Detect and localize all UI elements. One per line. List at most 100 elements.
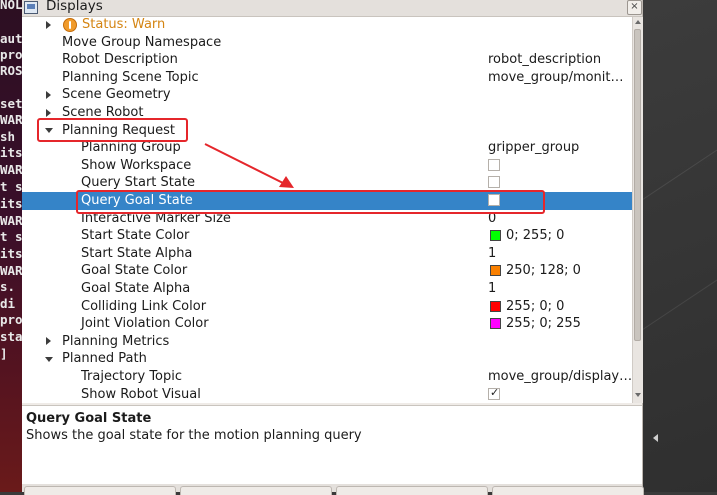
property-value[interactable]: move_group/monit… (488, 69, 624, 87)
property-name: Planning Group (81, 140, 181, 156)
displays-icon (24, 1, 38, 14)
tree-row-show-robot-visual[interactable]: Show Robot Visual (22, 386, 632, 403)
tree-row-interactive-marker-size[interactable]: Interactive Marker Size 0 (22, 210, 632, 228)
collapse-arrow-icon[interactable] (45, 356, 53, 362)
terminal-line: pro (0, 312, 22, 327)
terminal-line: its (0, 246, 22, 261)
property-value[interactable]: robot_description (488, 51, 601, 69)
terminal-line: sh (0, 129, 16, 144)
property-tree: Status: Warn Move Group Namespace Robot … (22, 17, 632, 403)
tree-row-query-goal-state[interactable]: Query Goal State (22, 192, 632, 210)
tree-row-scene-robot[interactable]: Scene Robot (22, 104, 632, 122)
tree-row-planning-scene-topic[interactable]: Planning Scene Topic move_group/monit… (22, 69, 632, 87)
terminal-line: WAR (0, 162, 22, 177)
expand-arrow-icon[interactable] (46, 20, 51, 29)
property-name: Interactive Marker Size (81, 210, 231, 226)
query-goal-state-checkbox[interactable] (488, 194, 500, 206)
terminal-line: its (0, 196, 22, 211)
terminal-line: WAR (0, 213, 22, 228)
scrollbar-thumb[interactable] (634, 29, 641, 341)
terminal-line: its, (0, 145, 22, 160)
terminal-line: di (0, 296, 16, 311)
terminal-line: WAR (0, 263, 22, 278)
terminal-background: NOL aut pro ROS set WAR sh its, WAR t s … (0, 0, 22, 492)
tree-row-goal-state-color[interactable]: Goal State Color 250; 128; 0 (22, 262, 632, 280)
scroll-down-icon[interactable] (635, 393, 641, 397)
warning-icon (63, 18, 77, 32)
property-value[interactable]: 255; 0; 0 (506, 298, 564, 316)
scroll-up-icon[interactable] (635, 20, 641, 24)
property-value[interactable]: 1 (488, 245, 496, 263)
property-name: Start State Color (81, 228, 190, 244)
property-value[interactable]: 255; 0; 255 (506, 315, 581, 333)
property-value[interactable]: move_group/display… (488, 368, 632, 386)
desktop-background (642, 0, 717, 492)
terminal-line: aut (0, 31, 22, 46)
tree-row-show-workspace[interactable]: Show Workspace (22, 157, 632, 175)
tree-row-goal-state-alpha[interactable]: Goal State Alpha 1 (22, 280, 632, 298)
terminal-line: ] (0, 346, 8, 361)
property-name: Scene Robot (62, 105, 144, 120)
terminal-line: t s (0, 179, 22, 194)
property-name: Query Start State (81, 175, 195, 191)
property-name: Scene Geometry (62, 87, 171, 103)
tree-row-status[interactable]: Status: Warn (22, 17, 632, 34)
property-name: Planning Metrics (62, 333, 170, 349)
tree-row-move-group-namespace[interactable]: Move Group Namespace (22, 34, 632, 52)
color-swatch[interactable] (490, 265, 501, 277)
description-title: Query Goal State (26, 411, 152, 426)
show-robot-visual-checkbox[interactable] (488, 386, 500, 400)
property-value[interactable]: gripper_group (488, 139, 579, 157)
show-workspace-checkbox[interactable] (488, 158, 500, 171)
property-name: Planning Request (62, 122, 175, 138)
property-value[interactable]: 250; 128; 0 (506, 262, 581, 280)
expand-arrow-icon[interactable] (46, 337, 51, 346)
color-swatch[interactable] (490, 300, 501, 312)
property-name: Query Goal State (81, 193, 193, 208)
tree-row-planned-path[interactable]: Planned Path (22, 350, 632, 368)
close-icon[interactable]: × (627, 0, 642, 15)
expand-arrow-icon[interactable] (46, 90, 51, 99)
property-name: Robot Description (62, 52, 178, 68)
property-value[interactable]: 0 (488, 210, 496, 228)
tree-row-start-state-alpha[interactable]: Start State Alpha 1 (22, 245, 632, 263)
property-name: Planned Path (62, 351, 147, 367)
bottom-button[interactable] (492, 486, 644, 495)
color-swatch[interactable] (490, 318, 501, 330)
property-name: Planning Scene Topic (62, 69, 199, 85)
property-name: Joint Violation Color (81, 316, 209, 332)
expand-arrow-icon[interactable] (46, 108, 51, 117)
vertical-scrollbar[interactable] (632, 17, 643, 403)
property-value[interactable]: 0; 255; 0 (506, 227, 564, 245)
query-start-state-checkbox[interactable] (488, 176, 500, 189)
property-value[interactable]: 1 (488, 280, 496, 298)
tree-row-planning-request[interactable]: Planning Request (22, 122, 632, 140)
panel-titlebar: Displays × (22, 0, 642, 17)
color-swatch[interactable] (490, 230, 501, 242)
terminal-line: s. (0, 279, 16, 294)
description-text: Shows the goal state for the motion plan… (26, 428, 362, 443)
background-stripes (642, 149, 717, 331)
bottom-button[interactable] (336, 486, 488, 495)
tree-row-planning-group[interactable]: Planning Group gripper_group (22, 139, 632, 157)
bottom-button[interactable] (180, 486, 332, 495)
description-panel: Query Goal State Shows the goal state fo… (22, 405, 642, 485)
tree-row-query-start-state[interactable]: Query Start State (22, 174, 632, 192)
displays-panel: Displays × Status: Warn Move Group Names… (22, 0, 644, 495)
tree-row-joint-violation-color[interactable]: Joint Violation Color 255; 0; 255 (22, 315, 632, 333)
collapse-arrow-icon[interactable] (45, 128, 53, 134)
property-name: Trajectory Topic (81, 369, 183, 384)
tree-row-trajectory-topic[interactable]: Trajectory Topic move_group/display… (22, 368, 632, 386)
bottom-button[interactable] (24, 486, 176, 495)
tree-row-start-state-color[interactable]: Start State Color 0; 255; 0 (22, 227, 632, 245)
collapse-panel-icon[interactable] (653, 434, 658, 442)
tree-row-robot-description[interactable]: Robot Description robot_description (22, 51, 632, 69)
property-name: Colliding Link Color (81, 298, 207, 314)
tree-row-colliding-link-color[interactable]: Colliding Link Color 255; 0; 0 (22, 298, 632, 316)
property-name: Goal State Alpha (81, 281, 191, 296)
property-name: Show Workspace (81, 157, 192, 173)
terminal-line: NOL (0, 0, 22, 12)
tree-row-scene-geometry[interactable]: Scene Geometry (22, 86, 632, 104)
terminal-line: t s (0, 229, 22, 244)
tree-row-planning-metrics[interactable]: Planning Metrics (22, 333, 632, 351)
